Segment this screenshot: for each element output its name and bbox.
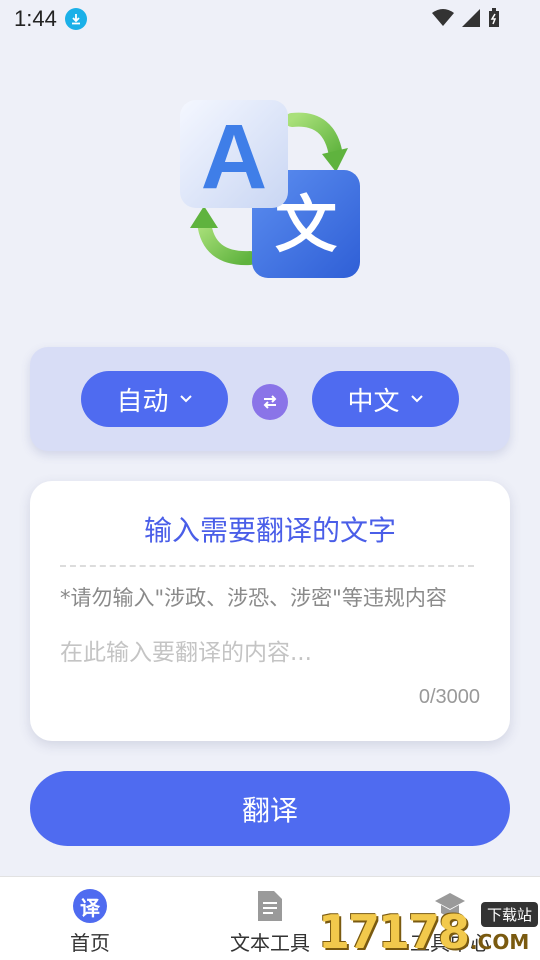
swap-icon — [263, 395, 277, 409]
character-counter: 0/3000 — [418, 686, 480, 708]
chevron-down-icon — [179, 395, 192, 403]
status-icons — [432, 8, 500, 28]
input-card: 输入需要翻译的文字 *请勿输入"涉政、涉恐、涉密"等违规内容 0/3000 — [30, 481, 510, 741]
status-bar: 1:44 — [0, 0, 540, 38]
translate-button[interactable]: 翻译 — [30, 771, 510, 846]
language-selector: 自动 中文 — [30, 347, 510, 451]
target-language-dropdown[interactable]: 中文 — [312, 371, 459, 427]
site-watermark: 17178 .COM 下载站 — [318, 894, 540, 960]
document-icon — [258, 891, 282, 921]
input-card-title: 输入需要翻译的文字 — [143, 514, 396, 547]
translate-logo-illustration: 文 A — [180, 98, 364, 282]
watermark-tag: 下载站 — [480, 902, 538, 927]
nav-item-text-tools[interactable]: 文本工具 — [210, 889, 330, 956]
nav-item-label: 首页 — [70, 931, 110, 955]
translate-icon: 译 — [73, 889, 107, 923]
nav-item-home[interactable]: 译 首页 — [30, 889, 150, 956]
signal-icon — [462, 9, 480, 27]
svg-text:A: A — [201, 106, 267, 208]
target-language-label: 中文 — [347, 386, 400, 417]
download-icon — [64, 8, 87, 30]
swap-languages-button[interactable] — [252, 384, 288, 420]
watermark-suffix: .COM — [470, 930, 530, 954]
nav-item-label: 文本工具 — [230, 931, 310, 955]
source-language-dropdown[interactable]: 自动 — [81, 371, 228, 427]
translate-text-input[interactable] — [60, 633, 480, 673]
status-time: 1:44 — [14, 6, 57, 31]
chevron-down-icon — [410, 395, 423, 403]
divider — [60, 565, 474, 567]
wifi-icon — [432, 9, 454, 26]
watermark-number: 17178 — [318, 905, 470, 959]
content-warning: *请勿输入"涉政、涉恐、涉密"等违规内容 — [60, 586, 447, 610]
battery-icon — [489, 8, 499, 27]
source-language-label: 自动 — [116, 386, 169, 417]
